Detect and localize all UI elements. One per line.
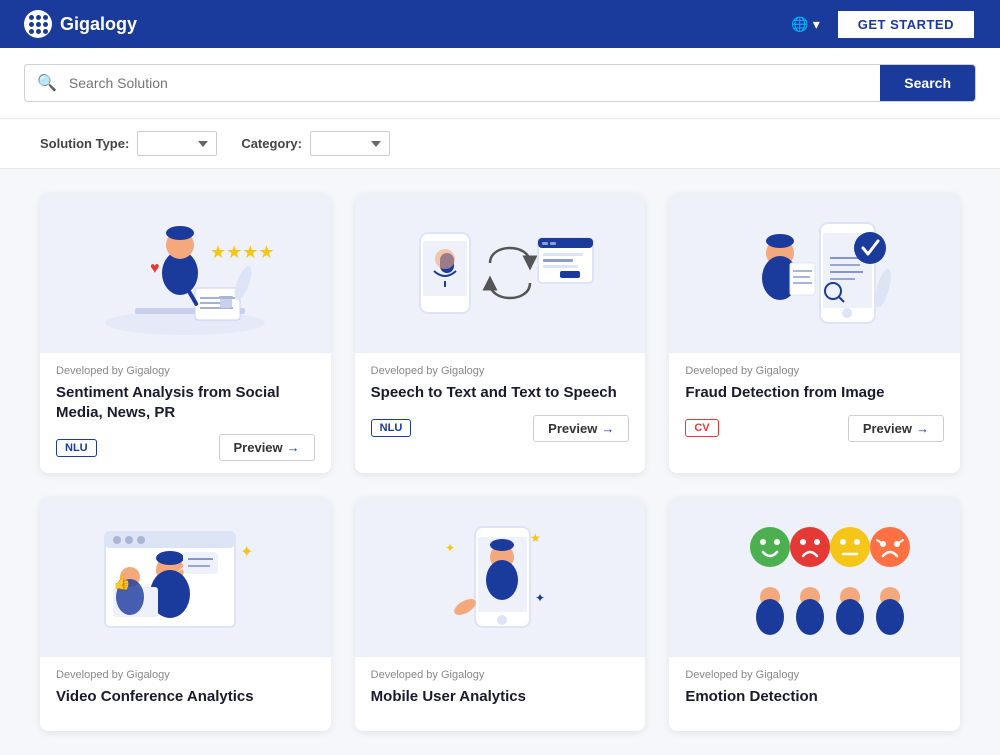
card-body-1: Developed by Gigalogy Sentiment Analysis… <box>40 353 331 473</box>
svg-text:★: ★ <box>530 531 541 545</box>
svg-text:★★★★: ★★★★ <box>210 242 275 262</box>
logo-text: Gigalogy <box>60 14 137 35</box>
language-button[interactable]: 🌐 ▾ <box>791 16 819 33</box>
category-filter: Category: <box>241 131 390 156</box>
card-image-4: 👍 ✦ <box>40 497 331 657</box>
card-developer-5: Developed by Gigalogy <box>371 669 630 681</box>
card-developer-4: Developed by Gigalogy <box>56 669 315 681</box>
category-label: Category: <box>241 136 302 151</box>
solution-type-filter: Solution Type: <box>40 131 217 156</box>
card-image-6 <box>669 497 960 657</box>
illustration-fraud <box>705 203 925 343</box>
card-mobile-analytics: ★ ✦ ✦ Developed by Gigalogy Mobile User … <box>355 497 646 731</box>
logo-icon <box>24 10 52 38</box>
solution-type-select[interactable] <box>137 131 217 156</box>
illustration-speech <box>390 203 610 343</box>
illustration-sentiment: ★★★★ ♥ <box>75 203 295 343</box>
lang-chevron: ▾ <box>813 16 820 33</box>
navbar-right: 🌐 ▾ GET STARTED <box>791 9 976 40</box>
svg-text:♥: ♥ <box>150 260 160 277</box>
card-title-4: Video Conference Analytics <box>56 687 315 707</box>
card-developer-6: Developed by Gigalogy <box>685 669 944 681</box>
svg-text:✦: ✦ <box>445 541 455 555</box>
search-bar: 🔍 Search <box>24 64 976 102</box>
card-body-6: Developed by Gigalogy Emotion Detection <box>669 657 960 731</box>
preview-label-2: Preview <box>548 421 597 436</box>
card-grid: ★★★★ ♥ Developed by Gigalogy Sentiment A… <box>0 169 1000 755</box>
category-select[interactable] <box>310 131 390 156</box>
card-speech: Developed by Gigalogy Speech to Text and… <box>355 193 646 473</box>
card-footer-1: NLU Preview → <box>56 434 315 461</box>
card-footer-3: CV Preview → <box>685 415 944 442</box>
preview-label-3: Preview <box>863 421 912 436</box>
card-tag-3: CV <box>685 419 718 437</box>
card-image-5: ★ ✦ ✦ <box>355 497 646 657</box>
card-sentiment-analysis: ★★★★ ♥ Developed by Gigalogy Sentiment A… <box>40 193 331 473</box>
card-image-2 <box>355 193 646 353</box>
search-icon: 🔍 <box>25 73 69 93</box>
card-tag-1: NLU <box>56 439 97 457</box>
card-developer-3: Developed by Gigalogy <box>685 365 944 377</box>
card-body-5: Developed by Gigalogy Mobile User Analyt… <box>355 657 646 731</box>
card-tag-2: NLU <box>371 419 412 437</box>
svg-text:✦: ✦ <box>535 591 545 605</box>
card-image-3 <box>669 193 960 353</box>
card-emotion: Developed by Gigalogy Emotion Detection <box>669 497 960 731</box>
illustration-video: 👍 ✦ <box>75 512 295 642</box>
preview-arrow-1: → <box>287 440 300 455</box>
card-video-conference: 👍 ✦ Developed by Gigalogy Video Conferen… <box>40 497 331 731</box>
search-input[interactable] <box>69 65 880 101</box>
preview-button-2[interactable]: Preview → <box>533 415 629 442</box>
illustration-mobile: ★ ✦ ✦ <box>390 512 610 642</box>
card-image-1: ★★★★ ♥ <box>40 193 331 353</box>
svg-text:👍: 👍 <box>113 574 130 591</box>
card-developer-2: Developed by Gigalogy <box>371 365 630 377</box>
card-title-1: Sentiment Analysis from Social Media, Ne… <box>56 383 315 422</box>
get-started-button[interactable]: GET STARTED <box>836 9 976 40</box>
card-title-5: Mobile User Analytics <box>371 687 630 707</box>
preview-button-3[interactable]: Preview → <box>848 415 944 442</box>
search-button[interactable]: Search <box>880 65 975 101</box>
solution-type-label: Solution Type: <box>40 136 129 151</box>
preview-button-1[interactable]: Preview → <box>219 434 315 461</box>
logo: Gigalogy <box>24 10 137 38</box>
card-title-6: Emotion Detection <box>685 687 944 707</box>
filter-section: Solution Type: Category: <box>0 119 1000 169</box>
card-body-2: Developed by Gigalogy Speech to Text and… <box>355 353 646 454</box>
navbar: Gigalogy 🌐 ▾ GET STARTED <box>0 0 1000 48</box>
card-fraud: Developed by Gigalogy Fraud Detection fr… <box>669 193 960 473</box>
preview-label-1: Preview <box>234 440 283 455</box>
illustration-emotion <box>705 512 925 642</box>
card-body-4: Developed by Gigalogy Video Conference A… <box>40 657 331 731</box>
card-developer-1: Developed by Gigalogy <box>56 365 315 377</box>
card-body-3: Developed by Gigalogy Fraud Detection fr… <box>669 353 960 454</box>
card-title-3: Fraud Detection from Image <box>685 383 944 403</box>
card-title-2: Speech to Text and Text to Speech <box>371 383 630 403</box>
preview-arrow-3: → <box>916 421 929 436</box>
card-footer-2: NLU Preview → <box>371 415 630 442</box>
svg-text:✦: ✦ <box>240 544 253 561</box>
globe-icon: 🌐 <box>791 16 808 33</box>
logo-dots <box>29 15 48 34</box>
search-section: 🔍 Search <box>0 48 1000 119</box>
preview-arrow-2: → <box>601 421 614 436</box>
